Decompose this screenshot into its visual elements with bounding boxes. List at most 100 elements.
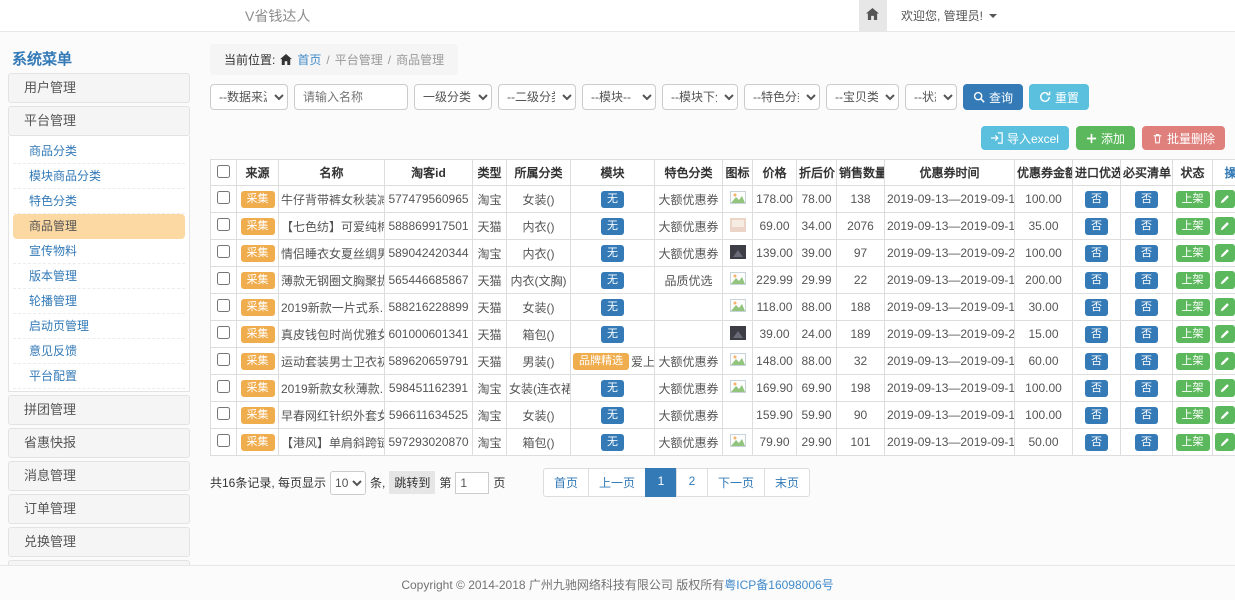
row-checkbox[interactable] — [217, 191, 230, 204]
filter-select-category-level2[interactable]: --二级分类-- — [498, 84, 576, 110]
must-buy-badge[interactable]: 否 — [1135, 380, 1158, 397]
row-checkbox[interactable] — [217, 218, 230, 231]
cell-category: 箱包() — [507, 429, 571, 456]
reset-button[interactable]: 重置 — [1029, 84, 1089, 110]
search-icon — [973, 91, 985, 103]
source-badge: 采集 — [241, 245, 275, 262]
must-buy-badge[interactable]: 否 — [1135, 218, 1158, 235]
column-header-must_buy: 必买清单 — [1121, 160, 1173, 186]
must-buy-badge[interactable]: 否 — [1135, 434, 1158, 451]
must-buy-badge[interactable]: 否 — [1135, 272, 1158, 289]
row-checkbox[interactable] — [217, 434, 230, 447]
import-select-badge[interactable]: 否 — [1085, 407, 1108, 424]
filter-select-module-sub[interactable]: --模块下分类-- — [662, 84, 738, 110]
import-select-badge[interactable]: 否 — [1085, 218, 1108, 235]
row-checkbox[interactable] — [217, 245, 230, 258]
sidebar-subitem[interactable]: 平台配置 — [13, 364, 185, 389]
edit-button[interactable] — [1215, 352, 1235, 370]
must-buy-badge[interactable]: 否 — [1135, 326, 1158, 343]
filter-select-data-source[interactable]: --数据来源-- — [210, 84, 288, 110]
sidebar-subitem[interactable]: 意见反馈 — [13, 339, 185, 364]
import-select-badge[interactable]: 否 — [1085, 434, 1108, 451]
sidebar-subitem[interactable]: 模块商品分类 — [13, 164, 185, 189]
app-title: V省钱达人 — [245, 0, 310, 32]
filter-select-status[interactable]: --状态-- — [905, 84, 957, 110]
filter-select-category-level1[interactable]: 一级分类 — [414, 84, 492, 110]
sidebar-subitem[interactable]: 商品分类 — [13, 139, 185, 164]
cell-name: 2019新款女秋薄款... — [279, 375, 385, 402]
import-select-badge[interactable]: 否 — [1085, 272, 1108, 289]
icp-link[interactable]: 粤ICP备16098006号 — [724, 578, 833, 592]
page-button-下一页[interactable]: 下一页 — [707, 468, 765, 497]
cell-discount: 24.00 — [797, 321, 837, 348]
sidebar-item-exchange-management[interactable]: 兑换管理 — [8, 527, 190, 557]
cell-source: 采集 — [237, 348, 279, 375]
import-select-badge[interactable]: 否 — [1085, 380, 1108, 397]
sidebar-item-saving-express[interactable]: 省惠快报 — [8, 428, 190, 458]
cell-sales: 198 — [837, 375, 885, 402]
page-size-select[interactable]: 10 — [330, 471, 366, 495]
must-buy-badge[interactable]: 否 — [1135, 299, 1158, 316]
add-button[interactable]: 添加 — [1076, 126, 1135, 150]
filter-input-name[interactable] — [294, 84, 408, 110]
row-checkbox[interactable] — [217, 380, 230, 393]
filter-select-feature[interactable]: --特色分类-- — [744, 84, 820, 110]
sidebar-item-user-management[interactable]: 用户管理 — [8, 73, 190, 103]
sidebar-subitem[interactable]: 轮播管理 — [13, 289, 185, 314]
filter-select-module[interactable]: --模块-- — [582, 84, 656, 110]
sidebar-subitem[interactable]: 商品管理 — [13, 214, 185, 239]
import-select-badge[interactable]: 否 — [1085, 353, 1108, 370]
row-checkbox[interactable] — [217, 326, 230, 339]
edit-button[interactable] — [1215, 244, 1235, 262]
sidebar-subitem[interactable]: 宣传物料 — [13, 239, 185, 264]
must-buy-badge[interactable]: 否 — [1135, 245, 1158, 262]
row-checkbox[interactable] — [217, 272, 230, 285]
breadcrumb-home-link[interactable]: 首页 — [297, 51, 321, 68]
sidebar-subitem[interactable]: 特色分类 — [13, 189, 185, 214]
import-select-badge[interactable]: 否 — [1085, 191, 1108, 208]
row-checkbox[interactable] — [217, 353, 230, 366]
source-badge: 采集 — [241, 218, 275, 235]
cell-actions — [1213, 267, 1235, 294]
filter-select-item-type[interactable]: --宝贝类型-- — [826, 84, 899, 110]
sidebar-item-group-buy-management[interactable]: 拼团管理 — [8, 395, 190, 425]
sidebar-item-message-management[interactable]: 消息管理 — [8, 461, 190, 491]
jump-page-input[interactable] — [455, 472, 489, 494]
edit-button[interactable] — [1215, 217, 1235, 235]
edit-button[interactable] — [1215, 406, 1235, 424]
page-button-末页[interactable]: 末页 — [764, 468, 810, 497]
import-select-badge[interactable]: 否 — [1085, 299, 1108, 316]
sidebar-subitem[interactable]: 启动页管理 — [13, 314, 185, 339]
cell-import_select: 否 — [1073, 240, 1121, 267]
search-button[interactable]: 查询 — [963, 84, 1023, 110]
main-content: 当前位置: 首页 / 平台管理 / 商品管理 --数据来源--一级分类--二级分… — [210, 44, 1225, 517]
home-button[interactable] — [859, 0, 887, 31]
edit-button[interactable] — [1215, 433, 1235, 451]
page-button-2[interactable]: 2 — [676, 468, 708, 497]
edit-button[interactable] — [1215, 325, 1235, 343]
edit-button[interactable] — [1215, 298, 1235, 316]
row-checkbox[interactable] — [217, 407, 230, 420]
import-select-badge[interactable]: 否 — [1085, 326, 1108, 343]
sidebar-item-order-management[interactable]: 订单管理 — [8, 494, 190, 524]
breadcrumb-label: 当前位置: — [224, 51, 275, 68]
cell-discount: 39.00 — [797, 240, 837, 267]
batch-delete-button[interactable]: 批量删除 — [1142, 126, 1225, 150]
sidebar-subitem[interactable]: 版本管理 — [13, 264, 185, 289]
edit-button[interactable] — [1215, 190, 1235, 208]
edit-button[interactable] — [1215, 379, 1235, 397]
row-checkbox[interactable] — [217, 299, 230, 312]
must-buy-badge[interactable]: 否 — [1135, 191, 1158, 208]
page-button-上一页[interactable]: 上一页 — [588, 468, 646, 497]
import-excel-button[interactable]: 导入excel — [981, 126, 1069, 150]
edit-button[interactable] — [1215, 271, 1235, 289]
page-button-首页[interactable]: 首页 — [543, 468, 589, 497]
cell-icon — [723, 375, 753, 402]
select-all-checkbox[interactable] — [217, 165, 230, 178]
must-buy-badge[interactable]: 否 — [1135, 353, 1158, 370]
import-select-badge[interactable]: 否 — [1085, 245, 1108, 262]
sidebar-item-platform-management[interactable]: 平台管理 — [8, 106, 190, 136]
must-buy-badge[interactable]: 否 — [1135, 407, 1158, 424]
page-button-1[interactable]: 1 — [645, 468, 677, 497]
user-menu[interactable]: 欢迎您, 管理员! — [901, 7, 997, 24]
